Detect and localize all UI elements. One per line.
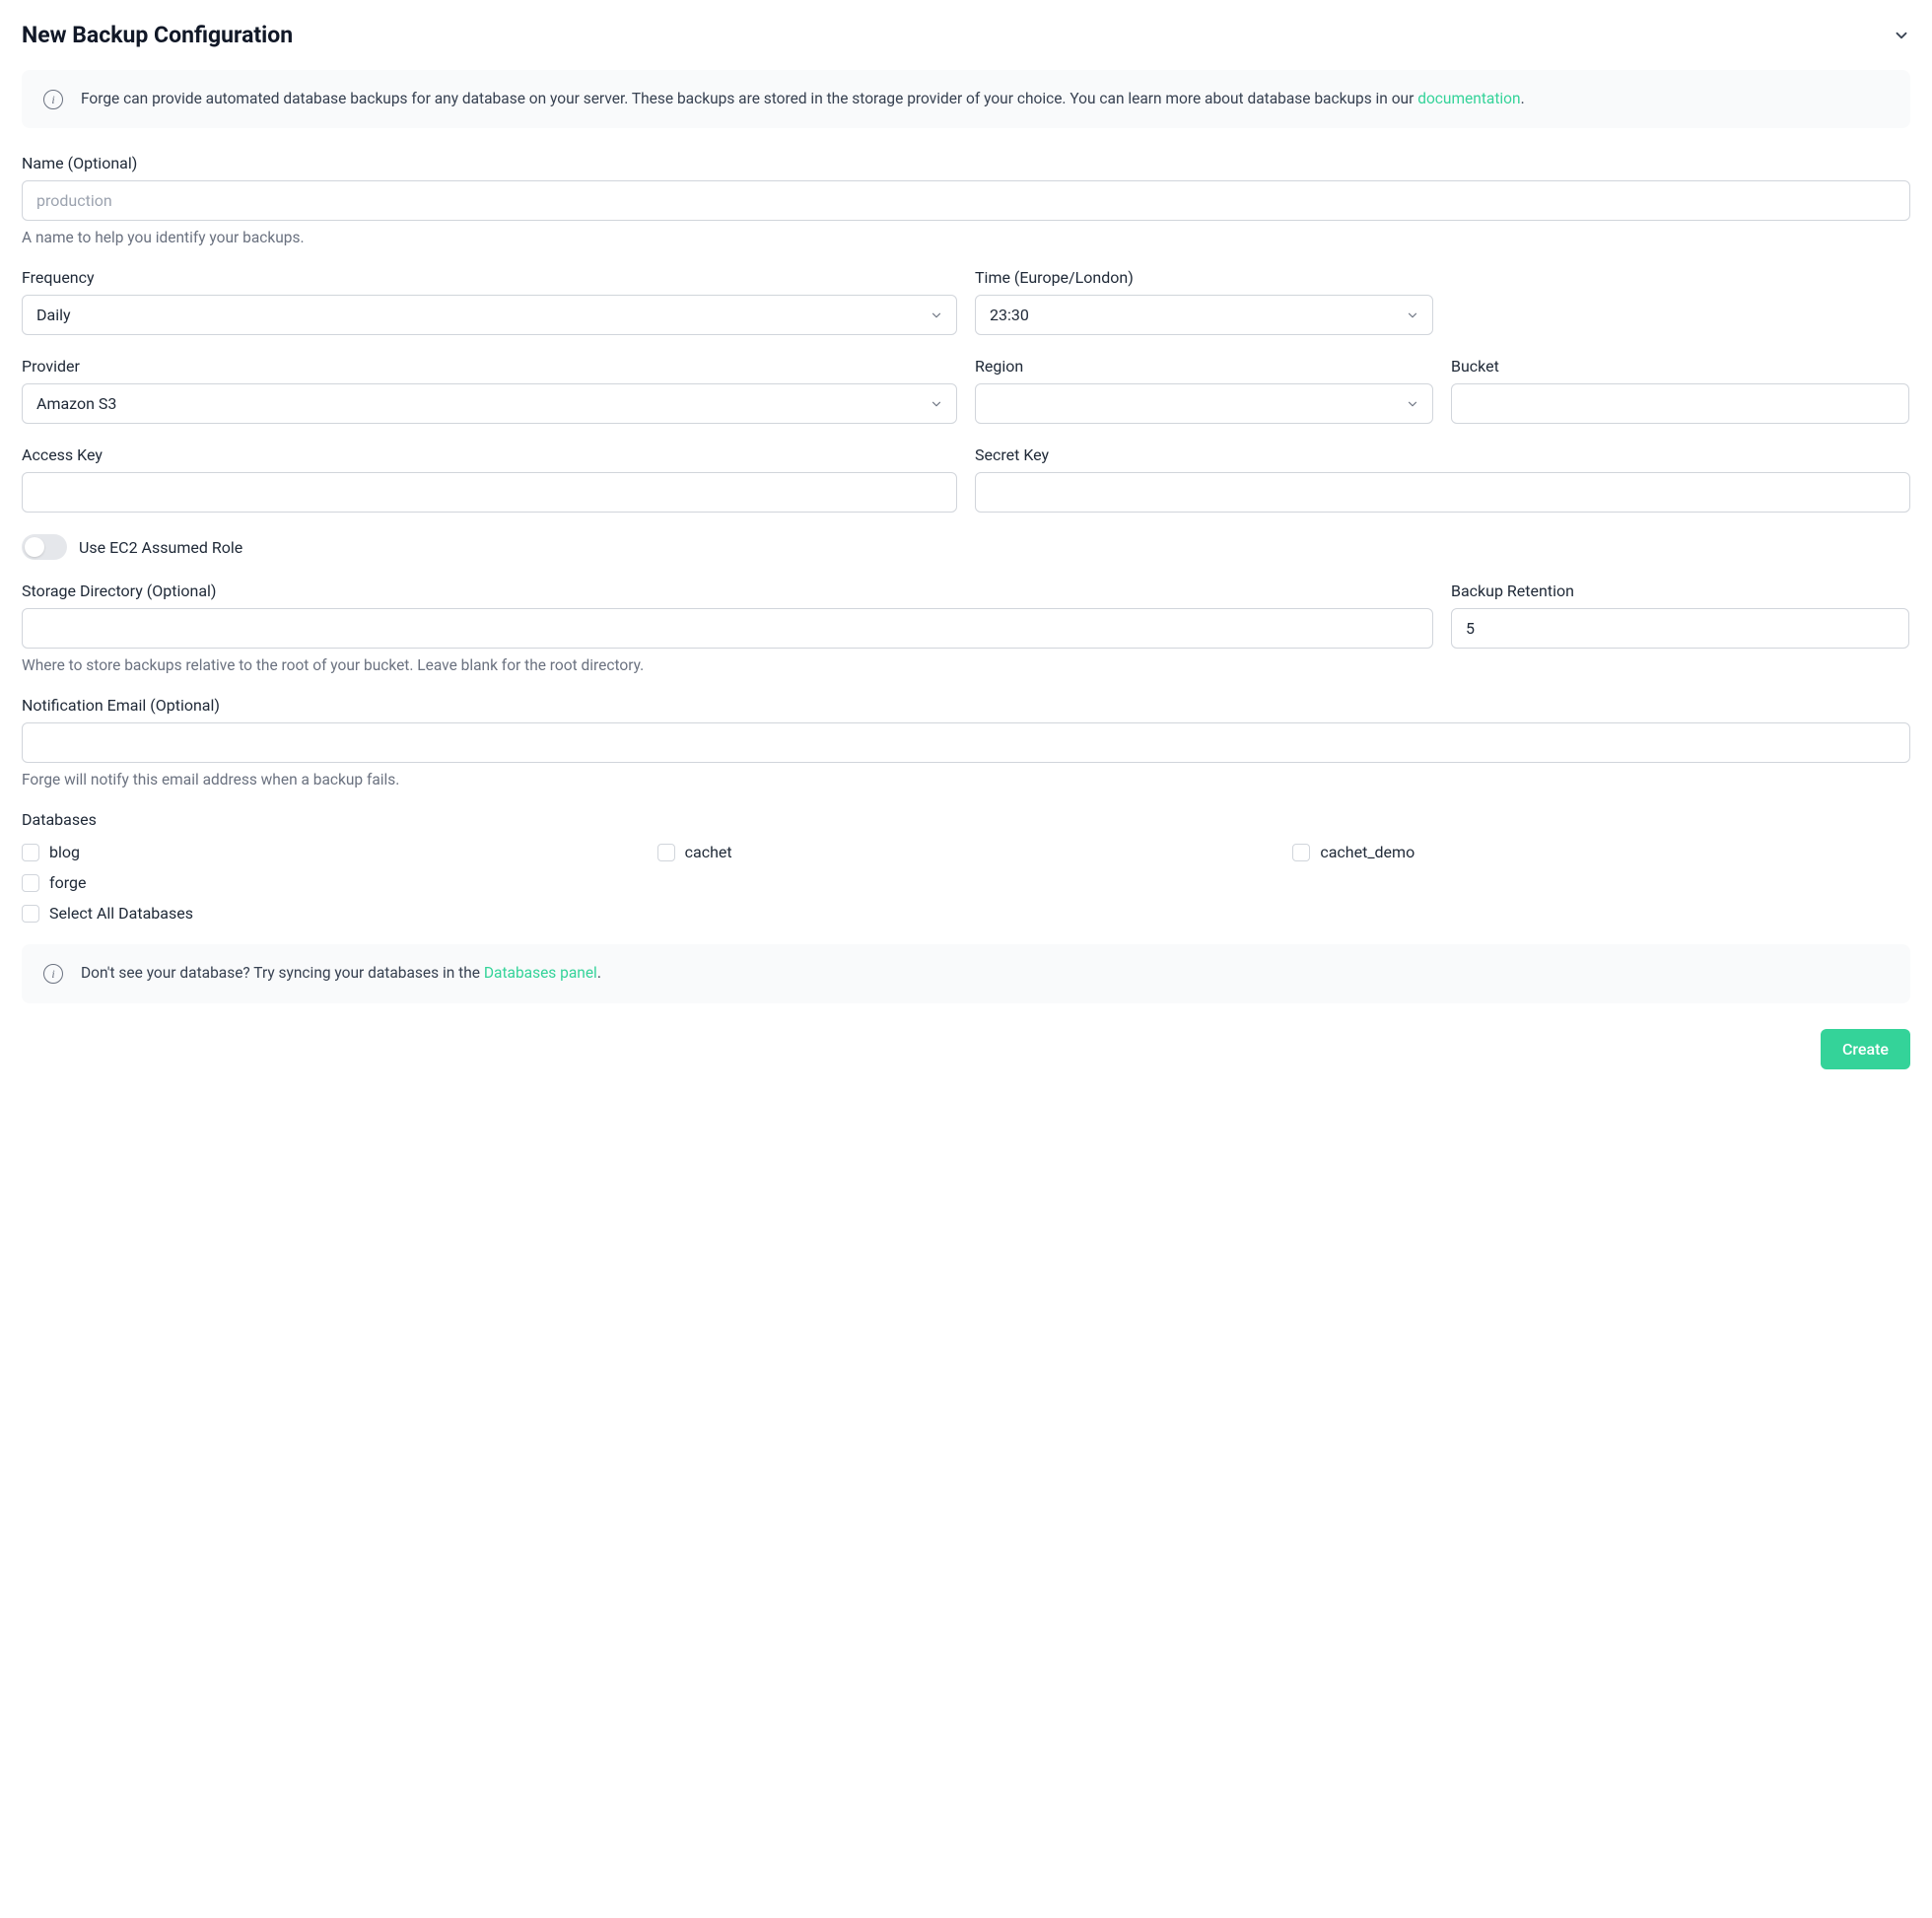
- database-label: cachet_demo: [1320, 843, 1414, 861]
- database-item: cachet: [657, 843, 1276, 861]
- name-help: A name to help you identify your backups…: [22, 229, 1910, 246]
- notification-email-input[interactable]: [22, 722, 1910, 763]
- bucket-label: Bucket: [1451, 357, 1909, 376]
- database-label: cachet: [685, 843, 732, 861]
- databases-label: Databases: [22, 810, 1910, 829]
- bucket-input[interactable]: [1451, 383, 1909, 424]
- time-select[interactable]: 23:30: [975, 295, 1433, 335]
- secret-key-label: Secret Key: [975, 445, 1910, 464]
- frequency-label: Frequency: [22, 268, 957, 287]
- database-checkbox-blog[interactable]: [22, 844, 39, 861]
- time-label: Time (Europe/London): [975, 268, 1433, 287]
- database-item: forge: [22, 873, 640, 892]
- frequency-select[interactable]: Daily: [22, 295, 957, 335]
- database-label: blog: [49, 843, 80, 861]
- collapse-icon[interactable]: [1893, 27, 1910, 44]
- select-all-checkbox[interactable]: [22, 905, 39, 923]
- info-box-sync: i Don't see your database? Try syncing y…: [22, 944, 1910, 1002]
- retention-input[interactable]: [1451, 608, 1909, 649]
- info-box-intro: i Forge can provide automated database b…: [22, 70, 1910, 128]
- database-checkbox-cachet[interactable]: [657, 844, 675, 861]
- info-text-before: Don't see your database? Try syncing you…: [81, 964, 484, 982]
- storage-dir-group: Storage Directory (Optional) Where to st…: [22, 582, 1433, 674]
- access-key-group: Access Key: [22, 445, 957, 513]
- databases-group: Databases blog cachet cachet_demo forge …: [22, 810, 1910, 923]
- info-text-before: Forge can provide automated database bac…: [81, 90, 1417, 107]
- info-icon: i: [43, 90, 63, 109]
- region-group: Region: [975, 357, 1433, 424]
- info-text: Don't see your database? Try syncing you…: [81, 962, 601, 985]
- retention-group: Backup Retention: [1451, 582, 1909, 674]
- region-select[interactable]: [975, 383, 1433, 424]
- retention-label: Backup Retention: [1451, 582, 1909, 600]
- ec2-role-group: Use EC2 Assumed Role: [22, 534, 1910, 560]
- ec2-role-toggle[interactable]: [22, 534, 67, 560]
- notification-email-label: Notification Email (Optional): [22, 696, 1910, 715]
- create-button[interactable]: Create: [1821, 1029, 1910, 1069]
- name-group: Name (Optional) A name to help you ident…: [22, 154, 1910, 246]
- info-icon: i: [43, 964, 63, 984]
- provider-group: Provider Amazon S3: [22, 357, 957, 424]
- provider-select[interactable]: Amazon S3: [22, 383, 957, 424]
- access-key-input[interactable]: [22, 472, 957, 513]
- toggle-knob: [25, 537, 44, 557]
- database-label: forge: [49, 873, 86, 892]
- region-label: Region: [975, 357, 1433, 376]
- databases-grid: blog cachet cachet_demo forge: [22, 843, 1910, 892]
- storage-dir-input[interactable]: [22, 608, 1433, 649]
- secret-key-group: Secret Key: [975, 445, 1910, 513]
- storage-dir-help: Where to store backups relative to the r…: [22, 656, 1433, 674]
- bucket-group: Bucket: [1451, 357, 1909, 424]
- notification-email-help: Forge will notify this email address whe…: [22, 771, 1910, 788]
- page-header: New Backup Configuration: [22, 22, 1910, 48]
- footer: Create: [22, 1029, 1910, 1069]
- select-all-label: Select All Databases: [49, 904, 193, 923]
- database-item: blog: [22, 843, 640, 861]
- page-title: New Backup Configuration: [22, 22, 293, 48]
- name-input[interactable]: [22, 180, 1910, 221]
- provider-label: Provider: [22, 357, 957, 376]
- storage-dir-label: Storage Directory (Optional): [22, 582, 1433, 600]
- secret-key-input[interactable]: [975, 472, 1910, 513]
- ec2-role-label: Use EC2 Assumed Role: [79, 538, 242, 557]
- documentation-link[interactable]: documentation: [1417, 90, 1520, 107]
- info-text-after: .: [597, 964, 601, 982]
- notification-email-group: Notification Email (Optional) Forge will…: [22, 696, 1910, 788]
- info-text-after: .: [1521, 90, 1525, 107]
- database-item: cachet_demo: [1292, 843, 1910, 861]
- database-checkbox-forge[interactable]: [22, 874, 39, 892]
- frequency-group: Frequency Daily: [22, 268, 957, 335]
- name-label: Name (Optional): [22, 154, 1910, 172]
- info-text: Forge can provide automated database bac…: [81, 88, 1525, 110]
- database-checkbox-cachet-demo[interactable]: [1292, 844, 1310, 861]
- access-key-label: Access Key: [22, 445, 957, 464]
- time-group: Time (Europe/London) 23:30: [975, 268, 1433, 335]
- select-all-row: Select All Databases: [22, 904, 1910, 923]
- databases-panel-link[interactable]: Databases panel: [484, 964, 597, 982]
